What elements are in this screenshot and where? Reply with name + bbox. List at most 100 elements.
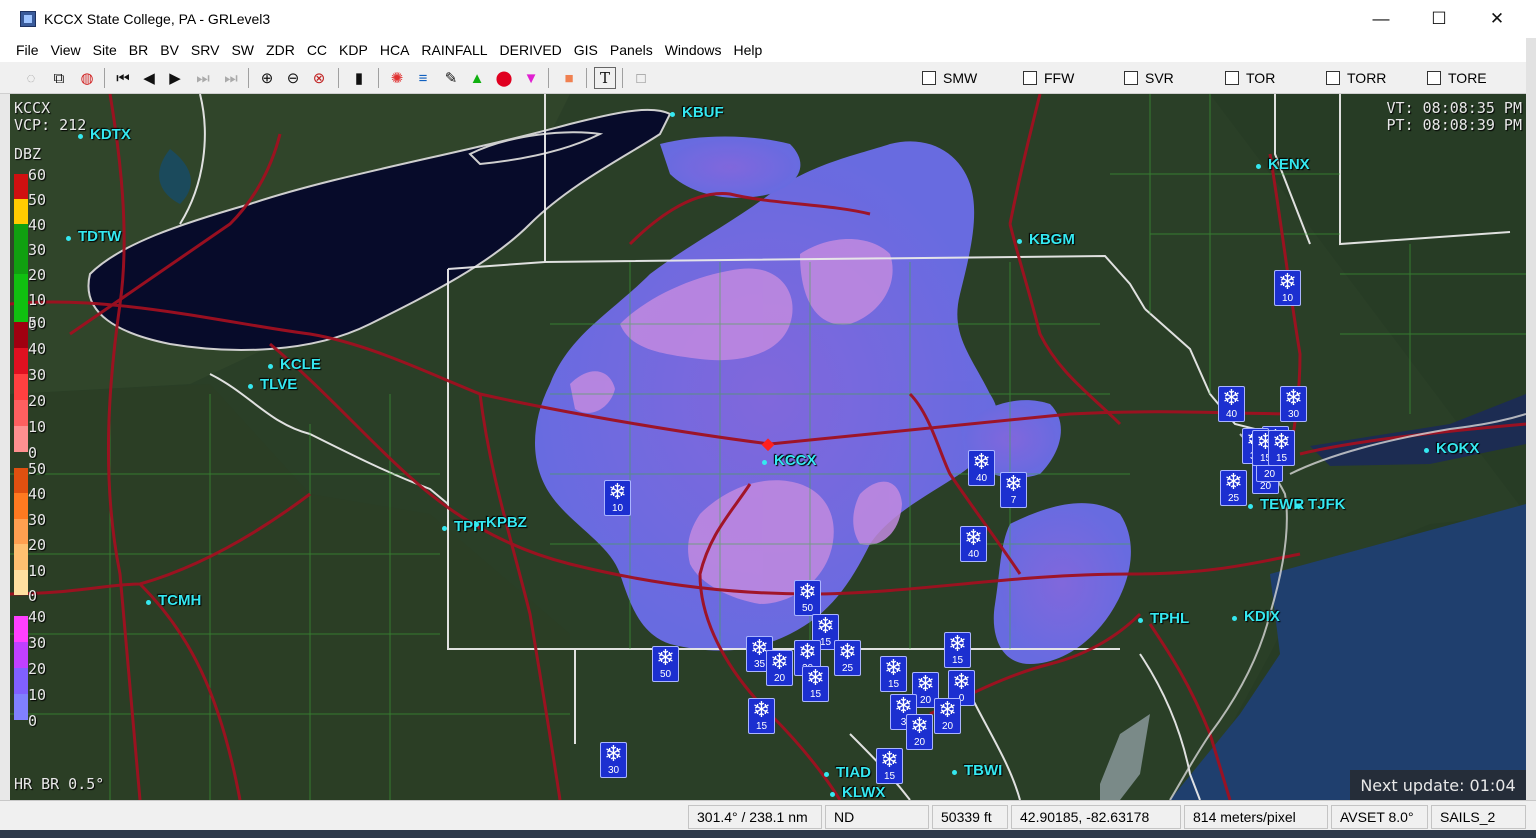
radar-site-marker[interactable] — [474, 522, 479, 527]
menu-help[interactable]: Help — [734, 42, 763, 58]
smw-checkbox[interactable]: SMW — [922, 70, 977, 86]
radar-site-label[interactable]: KBGM — [1029, 231, 1075, 248]
snow-report-marker[interactable]: ❄ 40 — [968, 450, 995, 486]
radar-site-label[interactable]: KCLE — [280, 356, 321, 373]
color-table-icon[interactable]: ▮ — [348, 67, 370, 89]
maximize-button[interactable]: ☐ — [1410, 0, 1468, 38]
radar-site-marker[interactable] — [1424, 448, 1429, 453]
menu-cc[interactable]: CC — [307, 42, 327, 58]
radar-site-marker[interactable] — [824, 772, 829, 777]
refresh-icon[interactable]: ◌ — [20, 67, 42, 89]
last-frame-icon[interactable]: ⏭ — [220, 67, 242, 89]
radar-site-marker[interactable] — [952, 770, 957, 775]
next-frame-icon[interactable]: ⏭ — [192, 67, 214, 89]
menu-derived[interactable]: DERIVED — [500, 42, 562, 58]
radar-site-label[interactable]: TDTW — [78, 228, 121, 245]
checkbox-box[interactable] — [922, 71, 936, 85]
radar-site-label[interactable]: KBUF — [682, 104, 724, 121]
tore-checkbox[interactable]: TORE — [1427, 70, 1487, 86]
snow-report-marker[interactable]: ❄20 — [766, 650, 793, 686]
radar-site-label[interactable]: TBWI — [964, 762, 1002, 779]
radar-site-marker[interactable] — [830, 792, 835, 797]
zoom-reset-icon[interactable]: ⊗ — [308, 67, 330, 89]
blank-square-icon[interactable]: □ — [630, 67, 652, 89]
minimize-button[interactable]: — — [1352, 0, 1410, 38]
close-button[interactable]: ✕ — [1468, 0, 1526, 38]
radar-site-label[interactable]: KENX — [1268, 156, 1310, 173]
radar-site-label[interactable]: TCMH — [158, 592, 201, 609]
menu-site[interactable]: Site — [93, 42, 117, 58]
radar-site-marker[interactable] — [762, 460, 767, 465]
orange-square-icon[interactable]: ■ — [558, 67, 580, 89]
radar-site-label[interactable]: TPHL — [1150, 610, 1189, 627]
radar-site-label[interactable]: KLWX — [842, 784, 885, 800]
snow-report-marker[interactable]: ❄ 10 — [604, 480, 631, 516]
snow-report-marker[interactable]: ❄ 15 — [1268, 430, 1295, 466]
snow-report-marker[interactable]: ❄ 15 — [944, 632, 971, 668]
radar-site-marker[interactable] — [66, 236, 71, 241]
menu-panels[interactable]: Panels — [610, 42, 653, 58]
checkbox-box[interactable] — [1326, 71, 1340, 85]
ffw-checkbox[interactable]: FFW — [1023, 70, 1074, 86]
snow-report-marker[interactable]: ❄ 50 — [652, 646, 679, 682]
circle-icon[interactable]: ⬤ — [493, 67, 515, 89]
menu-file[interactable]: File — [16, 42, 39, 58]
snow-report-marker[interactable]: ❄ 15 — [880, 656, 907, 692]
snow-report-marker[interactable]: ❄20 — [906, 714, 933, 750]
snow-report-marker[interactable]: ❄ 10 — [1274, 270, 1301, 306]
radar-site-label[interactable]: KPBZ — [486, 514, 527, 531]
menu-br[interactable]: BR — [129, 42, 148, 58]
radar-site-marker[interactable] — [1296, 504, 1301, 509]
radar-site-label[interactable]: KDTX — [90, 126, 131, 143]
play-icon[interactable]: ▶ — [164, 67, 186, 89]
radar-site-marker[interactable] — [268, 364, 273, 369]
snow-report-marker[interactable]: ❄ 15 — [876, 748, 903, 784]
measure-icon[interactable]: ✎ — [440, 67, 462, 89]
menu-zdr[interactable]: ZDR — [266, 42, 295, 58]
radar-site-marker[interactable] — [1232, 616, 1237, 621]
prev-frame-icon[interactable]: ◀ — [138, 67, 160, 89]
snow-report-marker[interactable]: ❄ 25 — [1220, 470, 1247, 506]
copy-icon[interactable]: ⧉ — [48, 67, 70, 89]
radar-site-marker[interactable] — [1248, 504, 1253, 509]
radar-site-marker[interactable] — [248, 384, 253, 389]
svr-checkbox[interactable]: SVR — [1124, 70, 1174, 86]
menu-hca[interactable]: HCA — [380, 42, 410, 58]
layers-icon[interactable]: ≡ — [412, 67, 434, 89]
menu-windows[interactable]: Windows — [665, 42, 722, 58]
menu-bv[interactable]: BV — [160, 42, 179, 58]
snow-report-marker[interactable]: ❄20 — [934, 698, 961, 734]
checkbox-box[interactable] — [1124, 71, 1138, 85]
triangle-icon[interactable]: ▲ — [466, 67, 488, 89]
radar-map[interactable]: KCCX VCP: 212 VT: 08:08:35 PM PT: 08:08:… — [10, 94, 1526, 800]
tor-checkbox[interactable]: TOR — [1225, 70, 1275, 86]
torr-checkbox[interactable]: TORR — [1326, 70, 1386, 86]
snow-report-marker[interactable]: ❄ 25 — [834, 640, 861, 676]
zoom-out-icon[interactable]: ⊖ — [282, 67, 304, 89]
snow-report-marker[interactable]: ❄ 40 — [960, 526, 987, 562]
menu-rainfall[interactable]: RAINFALL — [421, 42, 487, 58]
menu-sw[interactable]: SW — [231, 42, 254, 58]
menu-srv[interactable]: SRV — [191, 42, 220, 58]
checkbox-box[interactable] — [1023, 71, 1037, 85]
radar-site-label[interactable]: KCCX — [774, 452, 817, 469]
radar-site-label[interactable]: TLVE — [260, 376, 297, 393]
menu-gis[interactable]: GIS — [574, 42, 598, 58]
globe-icon[interactable]: ◍ — [76, 67, 98, 89]
snow-report-marker[interactable]: ❄30 — [1280, 386, 1307, 422]
storm-icon[interactable]: ✺ — [386, 67, 408, 89]
menu-kdp[interactable]: KDP — [339, 42, 368, 58]
checkbox-box[interactable] — [1225, 71, 1239, 85]
menu-view[interactable]: View — [51, 42, 81, 58]
zoom-in-icon[interactable]: ⊕ — [256, 67, 278, 89]
radar-site-marker[interactable] — [1256, 164, 1261, 169]
snow-report-marker[interactable]: ❄ 50 — [794, 580, 821, 616]
radar-site-marker[interactable] — [146, 600, 151, 605]
radar-site-label[interactable]: KOKX — [1436, 440, 1479, 457]
snow-report-marker[interactable]: ❄30 — [600, 742, 627, 778]
first-frame-icon[interactable]: ⏮ — [112, 67, 134, 89]
radar-site-marker[interactable] — [670, 112, 675, 117]
radar-site-label[interactable]: TPIT — [454, 518, 487, 535]
radar-site-label[interactable]: KDIX — [1244, 608, 1280, 625]
radar-site-label[interactable]: TJFK — [1308, 496, 1346, 513]
